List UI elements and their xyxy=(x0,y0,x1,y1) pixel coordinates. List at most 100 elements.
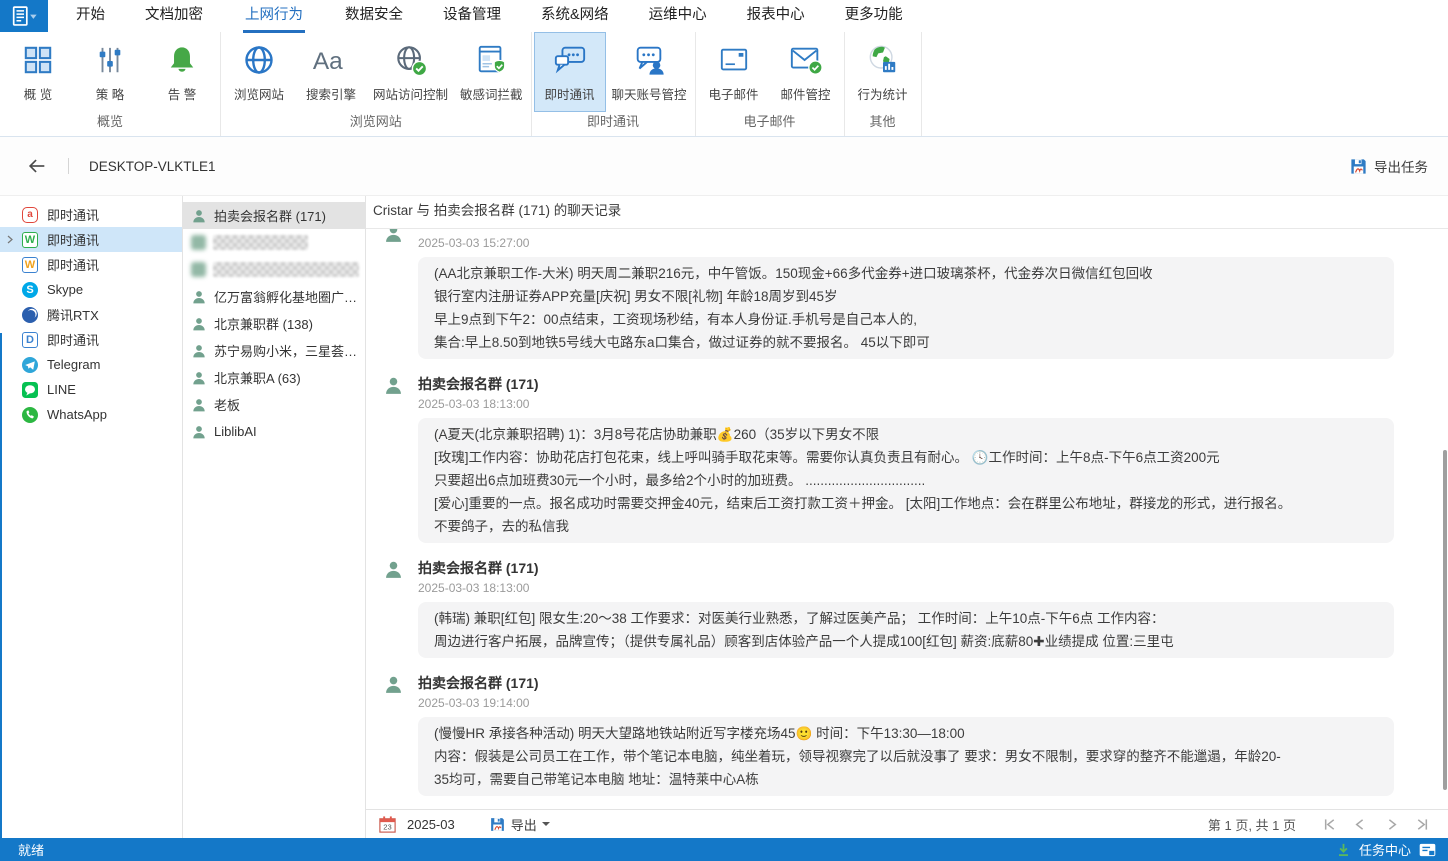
sidebar-item-whatsapp[interactable]: WhatsApp xyxy=(0,402,182,427)
ribbon-group-label: 其他 xyxy=(845,112,921,136)
tab-system-network[interactable]: 系统&网络 xyxy=(521,0,629,32)
previous-page-button[interactable] xyxy=(1349,816,1372,833)
ribbon-group-im: 即时通讯 聊天账号管控 即时通讯 xyxy=(532,32,696,136)
calendar-button[interactable]: 23 xyxy=(378,815,397,834)
ribbon-button-chat-account-control[interactable]: 聊天账号管控 xyxy=(606,32,693,112)
message-line: 不要鸽子，去的私信我 xyxy=(434,515,1378,538)
ribbon-button-sensitive-word-block[interactable]: 敏感词拦截 xyxy=(454,32,529,112)
task-center-button[interactable]: 任务中心 xyxy=(1359,840,1411,859)
group-list-item[interactable]: 苏宁易购小米，三星荟聚购... xyxy=(183,337,365,364)
ribbon-button-policy[interactable]: 策 略 xyxy=(74,32,146,112)
sidebar-item-line[interactable]: LINE xyxy=(0,377,182,402)
sidebar-item-tencent-rtx[interactable]: 腾讯RTX xyxy=(0,302,182,327)
message-time: 2025-03-03 18:13:00 xyxy=(418,580,1448,596)
ribbon-button-alert[interactable]: 告 警 xyxy=(146,32,218,112)
sidebar-item-label: Skype xyxy=(47,282,83,297)
page-info: 第 1 页, 共 1 页 xyxy=(1208,815,1296,834)
ribbon-button-search-engine[interactable]: Aa 搜索引擎 xyxy=(295,32,367,112)
group-list-item[interactable]: 北京兼职A (63) xyxy=(183,364,365,391)
group-list-item[interactable]: 老板 xyxy=(183,391,365,418)
tab-more-features[interactable]: 更多功能 xyxy=(825,0,923,32)
group-list-item[interactable]: 北京兼职群 (138) xyxy=(183,310,365,337)
group-list-item[interactable]: 亿万富翁孵化基地圈广 (3... xyxy=(183,283,365,310)
group-name: 拍卖会报名群 (171) xyxy=(214,206,326,225)
back-arrow-icon xyxy=(26,155,48,177)
svg-text:Aa: Aa xyxy=(313,48,343,75)
tab-report-center[interactable]: 报表中心 xyxy=(727,0,825,32)
group-avatar-icon xyxy=(191,316,207,332)
message-bubble: (AA北京兼职工作-大米) 明天周二兼职216元，中午管饭。150现金+66多代… xyxy=(418,257,1394,359)
ribbon-button-behavior-stats[interactable]: 行为统计 xyxy=(847,32,919,112)
ribbon-button-label: 浏览网站 xyxy=(234,84,284,103)
ribbon-group-label: 电子邮件 xyxy=(696,112,844,136)
sidebar-item-im-a[interactable]: a 即时通讯 xyxy=(0,202,182,227)
envelope-icon xyxy=(718,39,750,81)
message-line: 35均可，需要自己带笔记本电脑 地址：温特莱中心A栋 xyxy=(434,768,1378,791)
dropdown-caret-icon xyxy=(542,822,550,830)
last-page-button[interactable] xyxy=(1411,816,1434,833)
status-ready-label: 就绪 xyxy=(18,840,44,859)
blurred-avatar-icon xyxy=(191,262,206,277)
sidebar-item-skype[interactable]: S Skype xyxy=(0,277,182,302)
status-bar: 就绪 任务中心 xyxy=(0,838,1448,861)
ribbon-button-label: 敏感词拦截 xyxy=(460,84,523,103)
download-icon[interactable] xyxy=(1336,842,1351,857)
sidebar-item-im-wechat[interactable]: W 即时通讯 xyxy=(0,227,182,252)
group-list-item-redacted[interactable] xyxy=(183,256,365,283)
main-content: a 即时通讯 W 即时通讯 W 即时通讯 S Skype 腾讯RTX D 即时通… xyxy=(0,196,1448,838)
sidebar-item-im-w-orange[interactable]: W 即时通讯 xyxy=(0,252,182,277)
message-time: 2025-03-03 18:13:00 xyxy=(418,396,1448,412)
ribbon-button-label: 行为统计 xyxy=(858,84,908,103)
message-bubble: (韩瑞) 兼职[红包] 限女生:20～38 工作要求：对医美行业熟悉，了解过医美… xyxy=(418,602,1394,658)
chat-bubbles-icon xyxy=(553,39,587,81)
im-type-sidebar: a 即时通讯 W 即时通讯 W 即时通讯 S Skype 腾讯RTX D 即时通… xyxy=(0,196,183,838)
sidebar-item-im-d[interactable]: D 即时通讯 xyxy=(0,327,182,352)
tab-doc-encryption[interactable]: 文档加密 xyxy=(125,0,223,32)
document-shield-icon xyxy=(475,39,507,81)
ribbon-button-label: 概 览 xyxy=(24,84,52,103)
group-list-item[interactable]: LiblibAI xyxy=(183,418,365,445)
sidebar-item-label: 即时通讯 xyxy=(47,230,99,249)
ribbon-group-label: 即时通讯 xyxy=(532,112,695,136)
export-task-button[interactable]: 导出任务 xyxy=(1349,156,1428,176)
sidebar-item-telegram[interactable]: Telegram xyxy=(0,352,182,377)
month-selector[interactable]: 2025-03 xyxy=(407,817,455,832)
tab-data-security[interactable]: 数据安全 xyxy=(325,0,423,32)
ribbon-group-browse: 浏览网站 Aa 搜索引擎 网站访问控制 xyxy=(221,32,532,136)
ribbon-button-mail-control[interactable]: 邮件管控 xyxy=(770,32,842,112)
tab-home[interactable]: 开始 xyxy=(56,0,125,32)
sidebar-item-label: 腾讯RTX xyxy=(47,305,99,324)
ribbon-button-im[interactable]: 即时通讯 xyxy=(534,32,606,112)
message-list[interactable]: 2025-03-03 15:27:00 (AA北京兼职工作-大米) 明天周二兼职… xyxy=(366,229,1448,809)
first-page-button[interactable] xyxy=(1318,816,1341,833)
ribbon-button-website-access-control[interactable]: 网站访问控制 xyxy=(367,32,454,112)
back-button[interactable] xyxy=(26,155,48,177)
vertical-scrollbar[interactable] xyxy=(1443,450,1447,790)
tab-ops-center[interactable]: 运维中心 xyxy=(629,0,727,32)
ribbon-button-browse-website[interactable]: 浏览网站 xyxy=(223,32,295,112)
group-list-item[interactable]: 拍卖会报名群 (171) xyxy=(183,202,365,229)
group-name: LiblibAI xyxy=(214,424,257,439)
next-page-button[interactable] xyxy=(1380,816,1403,833)
tencent-rtx-icon xyxy=(22,307,38,323)
tab-device-management[interactable]: 设备管理 xyxy=(423,0,521,32)
sidebar-item-label: LINE xyxy=(47,382,76,397)
chat-group-list: 拍卖会报名群 (171) 亿万富翁孵化基地圈广 (3... 北京兼职群 (138… xyxy=(183,196,366,838)
task-panel-icon[interactable] xyxy=(1419,843,1436,857)
group-name: 北京兼职群 (138) xyxy=(214,314,313,333)
app-menu-button[interactable] xyxy=(0,0,48,32)
message-line: (韩瑞) 兼职[红包] 限女生:20～38 工作要求：对医美行业熟悉，了解过医美… xyxy=(434,607,1378,630)
message-line: 只要超出6点加班费30元一个小时，最多给2个小时的加班费。 ..........… xyxy=(434,469,1378,492)
message-line: 内容：假装是公司员工在工作，带个笔记本电脑，纯坐着玩，领导视察完了以后就没事了 … xyxy=(434,745,1378,768)
ribbon-button-overview[interactable]: 概 览 xyxy=(2,32,74,112)
sidebar-item-label: Telegram xyxy=(47,357,100,372)
group-avatar-icon xyxy=(383,229,404,244)
chat-record-pane: Cristar 与 拍卖会报名群 (171) 的聊天记录 2025-03-03 … xyxy=(366,196,1448,838)
ribbon-group-overview: 概 览 策 略 告 警 概览 xyxy=(0,32,221,136)
group-name: 亿万富翁孵化基地圈广 (3... xyxy=(214,287,359,306)
group-list-item-redacted[interactable] xyxy=(183,229,365,256)
ribbon-button-email[interactable]: 电子邮件 xyxy=(698,32,770,112)
tab-web-behavior[interactable]: 上网行为 xyxy=(223,0,325,32)
export-button[interactable]: 导出 xyxy=(489,815,550,834)
window-left-border xyxy=(0,333,2,838)
